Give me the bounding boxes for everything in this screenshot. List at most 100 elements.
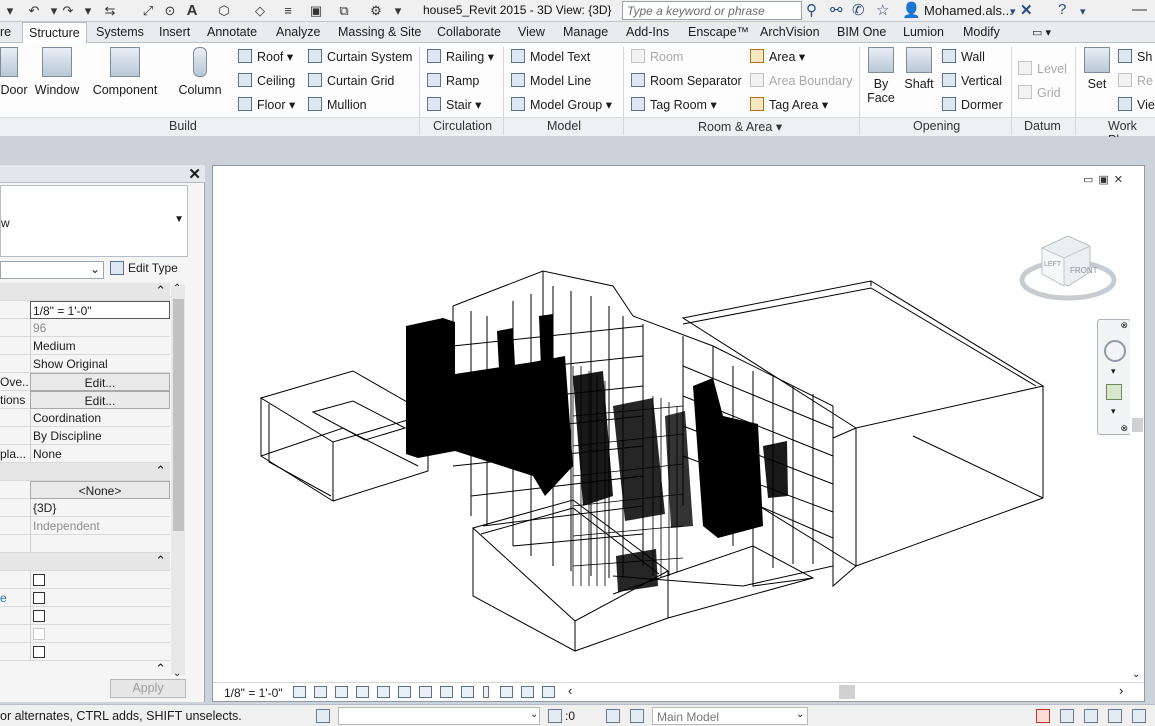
select-links-icon[interactable] <box>1036 709 1050 723</box>
tab-structure[interactable]: Structure <box>22 22 87 44</box>
property-value[interactable]: Coordination <box>30 409 170 427</box>
checkbox[interactable] <box>33 574 45 586</box>
qat-open-icon[interactable]: ▾ <box>0 2 20 20</box>
viewcube-front-label[interactable]: FRONT <box>1070 266 1098 275</box>
floor-button[interactable]: Floor ▾ <box>238 97 295 112</box>
scroll-up-icon[interactable]: ⌃ <box>173 283 181 294</box>
binoculars-icon[interactable]: ⚲ <box>806 1 817 19</box>
main-model-dropdown[interactable]: Main Model <box>652 707 808 725</box>
property-row-color-scheme[interactable]: By Discipline <box>0 427 170 445</box>
show-crop-region-icon[interactable] <box>419 686 432 698</box>
property-row-view-name[interactable]: {3D} <box>0 499 170 517</box>
select-by-face-icon[interactable] <box>1108 709 1122 723</box>
chevron-down-icon[interactable]: ⌄ <box>796 709 804 720</box>
model-text-button[interactable]: Model Text <box>511 49 590 64</box>
tab-collaborate[interactable]: Collaborate <box>437 25 501 39</box>
level-button[interactable]: Level <box>1018 61 1067 76</box>
properties-header[interactable]: ✕ <box>0 165 205 183</box>
property-value[interactable]: Show Original <box>30 355 170 373</box>
group-header[interactable]: ⌃ <box>0 661 170 679</box>
user-icon[interactable]: 👤 <box>902 1 921 19</box>
scroll-left-icon[interactable]: ‹ <box>568 683 572 698</box>
user-dropdown-icon[interactable]: ▾ <box>1010 5 1016 18</box>
opening-wall-button[interactable]: Wall <box>942 49 985 64</box>
visual-style-icon[interactable] <box>314 686 327 698</box>
edit-button[interactable]: Edit... <box>30 391 170 409</box>
view-scale[interactable]: 1/8" = 1'-0" <box>224 686 283 700</box>
graphics-group-header[interactable]: ⌃ <box>0 283 170 301</box>
aligned-dimension-icon[interactable]: ⤢ <box>138 2 158 20</box>
property-value[interactable]: By Discipline <box>30 427 170 445</box>
checkbox[interactable] <box>33 646 45 658</box>
model-group-button[interactable]: Model Group ▾ <box>511 97 612 112</box>
tab-insert[interactable]: Insert <box>159 25 190 39</box>
reveal-hidden-icon[interactable] <box>483 686 489 698</box>
apply-button[interactable]: Apply <box>110 679 186 698</box>
active-workset-field[interactable] <box>338 707 540 725</box>
select-pinned-icon[interactable] <box>1084 709 1098 723</box>
show-work-plane-button[interactable]: Sh <box>1118 49 1152 64</box>
tab-bim-one[interactable]: BIM One <box>837 25 886 39</box>
mullion-button[interactable]: Mullion <box>308 97 367 112</box>
detail-level-icon[interactable] <box>293 686 306 698</box>
temporary-view-properties-icon[interactable] <box>500 686 513 698</box>
area-button[interactable]: Area ▾ <box>750 49 805 64</box>
switch-windows-icon[interactable]: ⧉ <box>334 2 354 20</box>
type-selector[interactable]: w ▼ <box>0 185 188 257</box>
column-button[interactable]: Column <box>176 47 224 97</box>
collapse-icon[interactable]: ⌃ <box>155 463 166 479</box>
checkbox[interactable] <box>33 592 45 604</box>
tab-systems[interactable]: Systems <box>96 25 144 39</box>
scroll-down-icon[interactable]: ⌄ <box>173 668 181 679</box>
collapse-icon[interactable]: ⌃ <box>155 553 166 569</box>
property-row-checkbox[interactable] <box>0 571 170 589</box>
highlight-displacement-icon[interactable] <box>542 686 555 698</box>
property-row-dependency[interactable]: Independent <box>0 517 170 535</box>
design-options-icon[interactable] <box>606 709 620 723</box>
room-button[interactable]: Room <box>631 49 683 64</box>
type-selector-dropdown-icon[interactable]: ▼ <box>174 214 184 225</box>
roof-button[interactable]: Roof ▾ <box>238 49 293 64</box>
favorites-star-icon[interactable]: ☆ <box>876 1 889 19</box>
tab-modify[interactable]: Modify <box>963 25 1000 39</box>
redo-icon[interactable]: ↷ <box>58 2 78 20</box>
railing-button[interactable]: Railing ▾ <box>427 49 494 64</box>
property-row-checkbox[interactable] <box>0 643 170 661</box>
window-minimize-icon[interactable]: — <box>1132 1 1147 18</box>
shaft-button[interactable]: Shaft <box>902 47 936 91</box>
undo-icon[interactable]: ↶ <box>24 2 44 20</box>
close-icon[interactable]: ✕ <box>188 165 201 183</box>
opening-by-face-button[interactable]: By Face <box>864 47 898 105</box>
datum-panel-label[interactable]: Datum <box>1024 119 1061 133</box>
help-dropdown-icon[interactable]: ▾ <box>1080 5 1086 18</box>
tag-room-button[interactable]: Tag Room ▾ <box>631 97 717 112</box>
tab-lumion[interactable]: Lumion <box>903 25 944 39</box>
edit-button[interactable]: Edit... <box>30 373 170 391</box>
set-work-plane-button[interactable]: Set <box>1080 47 1114 91</box>
tab-archvision[interactable]: ArchVision <box>760 25 820 39</box>
thin-lines-icon[interactable]: ≡ <box>278 2 298 20</box>
scroll-right-icon[interactable]: › <box>1119 683 1123 698</box>
room-separator-button[interactable]: Room Separator <box>631 73 742 88</box>
shadows-icon[interactable] <box>356 686 369 698</box>
property-row-display-options[interactable]: tions Edit... <box>0 391 170 409</box>
property-value[interactable]: 1/8" = 1'-0" <box>30 301 170 319</box>
model-line-button[interactable]: Model Line <box>511 73 591 88</box>
stair-button[interactable]: Stair ▾ <box>427 97 481 112</box>
ramp-button[interactable]: Ramp <box>427 73 479 88</box>
tab-view[interactable]: View <box>518 25 545 39</box>
build-panel-label[interactable]: Build <box>169 119 197 133</box>
curtain-grid-button[interactable]: Curtain Grid <box>308 73 394 88</box>
viewcube[interactable]: FRONT LEFT <box>1018 228 1118 308</box>
property-value[interactable]: Medium <box>30 337 170 355</box>
collapse-icon[interactable]: ⌃ <box>155 661 166 677</box>
property-value[interactable]: None <box>30 445 170 463</box>
dormer-button[interactable]: Dormer <box>942 97 1003 112</box>
view-template-button[interactable]: <None> <box>30 481 170 499</box>
lock-3d-view-icon[interactable] <box>440 686 453 698</box>
window-button[interactable]: Window <box>33 47 81 97</box>
analytical-model-icon[interactable] <box>521 686 534 698</box>
property-row-discipline[interactable]: Coordination <box>0 409 170 427</box>
search-input[interactable]: Type a keyword or phrase <box>622 1 802 20</box>
communication-icon[interactable]: ✆ <box>852 1 865 19</box>
